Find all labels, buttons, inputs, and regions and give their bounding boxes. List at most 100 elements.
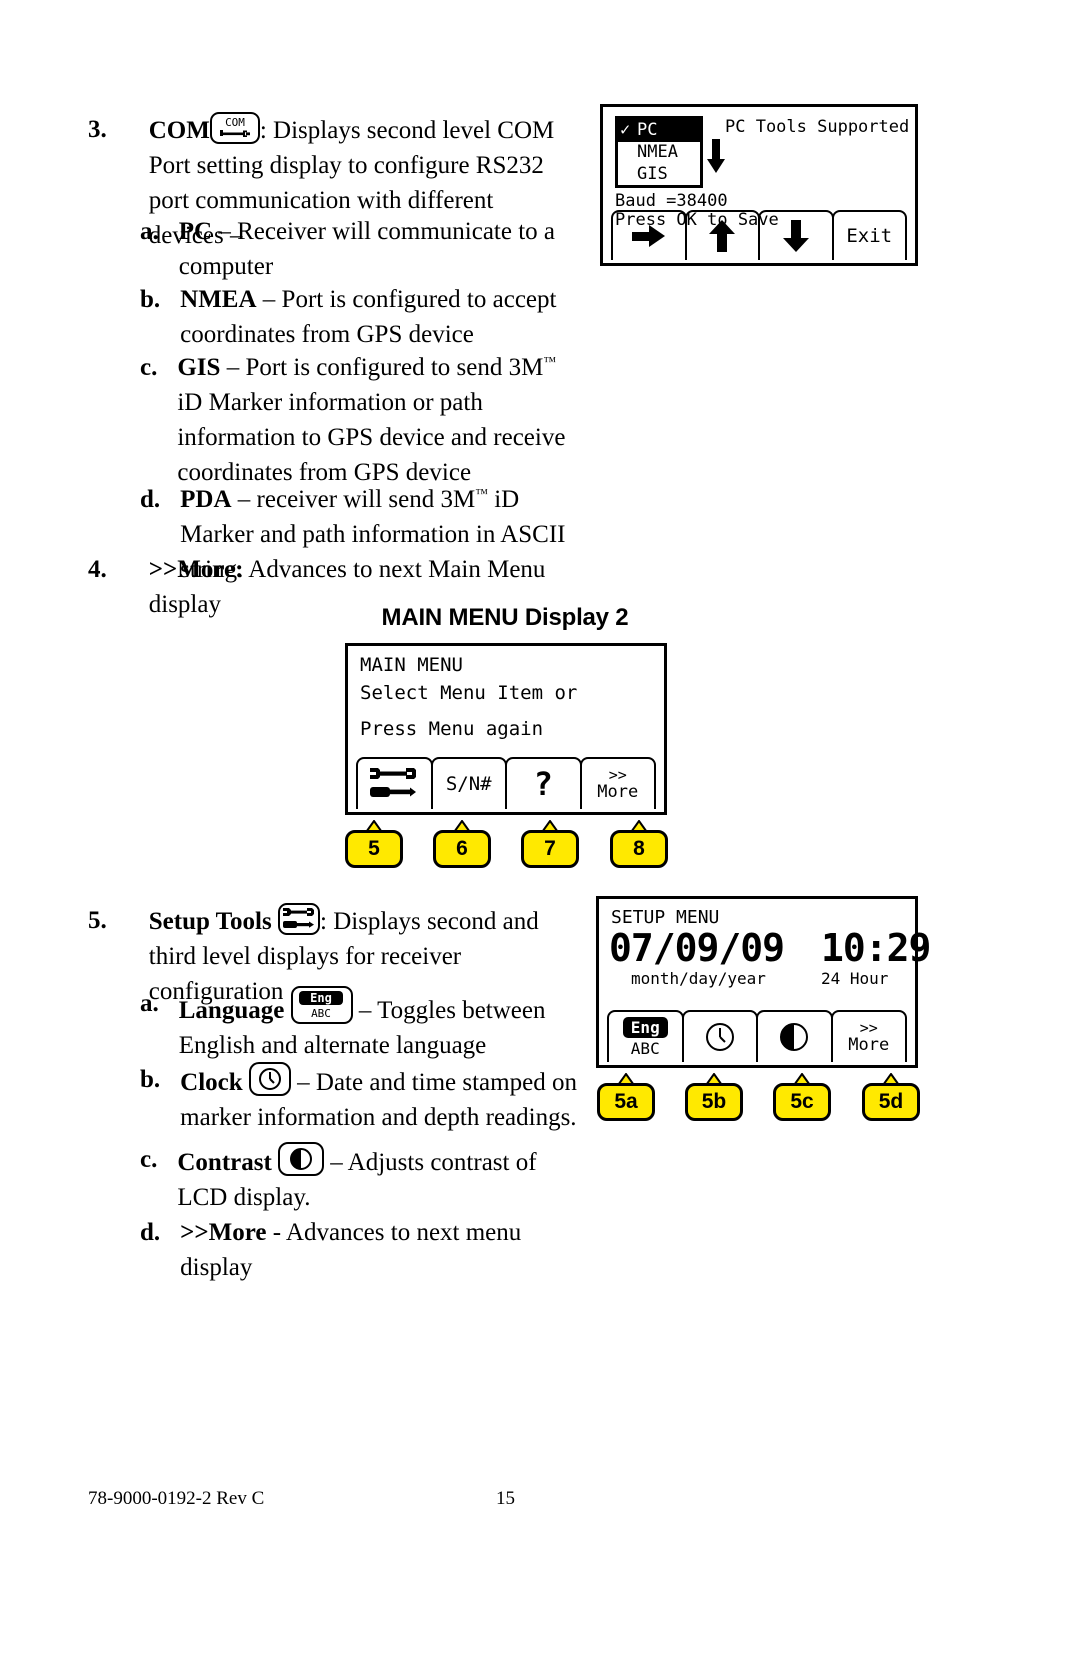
setup-menu-time: 10:29 <box>821 926 931 970</box>
item-3c-body-post: iD Marker information or path informatio… <box>177 389 566 486</box>
callout-button-7: 7 <box>521 830 579 868</box>
com-option-pc[interactable]: ✓ PC <box>618 119 700 142</box>
com-title-right: PC Tools Supported <box>725 117 910 137</box>
callout-button-6: 6 <box>433 830 491 868</box>
callout-button-5d: 5d <box>862 1083 920 1121</box>
setup-menu-lcd-screen: SETUP MENU 07/09/09 10:29 month/day/year… <box>596 896 931 1068</box>
softkey-clock[interactable] <box>681 1010 758 1062</box>
softkey-more[interactable]: >> More <box>579 757 656 809</box>
softkey-language[interactable]: Eng ABC <box>607 1010 684 1062</box>
callout-button-5: 5 <box>345 830 403 868</box>
footer-page-number: 15 <box>496 1488 515 1509</box>
list-item-5c: c. Contrast – Adjusts contrast of LCD di… <box>140 1142 580 1215</box>
com-option-nmea[interactable]: NMEA <box>637 142 678 162</box>
setup-tools-icon <box>370 768 417 797</box>
item-3b-text: NMEA – Port is configured to accept coor… <box>180 282 570 352</box>
setup-menu-softkey-row: Eng ABC >> More <box>607 1010 907 1062</box>
item-5b-text: Clock – Date and time stamped on marker … <box>180 1062 580 1135</box>
arrow-up-icon <box>709 220 736 252</box>
list-item-5b: b. Clock – Date and time stamped on mark… <box>140 1062 580 1135</box>
softkey-more-chevrons: >> <box>608 766 627 784</box>
softkey-more-chevrons: >> <box>859 1019 878 1037</box>
setup-menu-time-format: 24 Hour <box>821 969 889 988</box>
com-option-list[interactable]: ✓ PC NMEA GIS <box>615 116 703 188</box>
item-5-number: 5. <box>88 907 107 934</box>
item-3a-body: – Receiver will communicate to a compute… <box>178 218 556 280</box>
scroll-down-arrow-icon <box>707 139 725 179</box>
svg-text:Eng: Eng <box>310 991 332 1005</box>
item-3a-letter: a. <box>140 218 159 245</box>
document-page: 3. COM COM : Displays second level COM P… <box>0 0 1080 1669</box>
list-item-5a: a. Language Eng ABC – Toggles between En… <box>140 986 580 1063</box>
callout-button-5a: 5a <box>597 1083 655 1121</box>
softkey-language-top: Eng <box>622 1016 668 1038</box>
item-5d-letter: d. <box>140 1219 161 1246</box>
item-3d-lead: PDA <box>180 486 232 513</box>
callout-button-5c: 5c <box>773 1083 831 1121</box>
softkey-more[interactable]: >> More <box>830 1010 907 1062</box>
arrow-down-icon <box>782 220 809 252</box>
softkey-arrow-down[interactable] <box>758 210 834 260</box>
softkey-serial-number[interactable]: S/N# <box>430 757 507 809</box>
item-3c-lead: GIS <box>177 354 221 381</box>
softkey-help[interactable]: ? <box>505 757 582 809</box>
main-menu-line3: Press Menu again <box>360 718 544 740</box>
com-option-gis[interactable]: GIS <box>637 164 668 184</box>
item-3c-text: GIS – Port is configured to send 3M™ iD … <box>177 350 580 490</box>
clock-key-icon <box>248 1062 291 1096</box>
softkey-more-label: More <box>848 1035 890 1055</box>
list-item-5d: d. >>More - Advances to next menu displa… <box>140 1215 590 1285</box>
softkey-exit[interactable]: Exit <box>831 210 907 260</box>
softkey-arrow-right[interactable] <box>611 210 687 260</box>
item-5c-letter: c. <box>140 1146 158 1173</box>
list-item-3c: c. GIS – Port is configured to send 3M™ … <box>140 350 580 490</box>
item-number: 3. <box>88 116 107 143</box>
item-5-lead: Setup Tools <box>148 908 272 935</box>
item-5c-lead: Contrast <box>177 1149 272 1176</box>
main-menu-line2: Select Menu Item or <box>360 682 578 704</box>
setup-menu-date-format: month/day/year <box>631 969 766 988</box>
check-icon: ✓ <box>620 120 631 140</box>
softkey-setup-tools[interactable] <box>356 757 433 809</box>
com-softkey-row: Exit <box>611 210 907 260</box>
setup-menu-date: 07/09/09 <box>609 926 785 970</box>
item-4-number: 4. <box>88 556 107 583</box>
callout-button-5b: 5b <box>685 1083 743 1121</box>
callout-button-8: 8 <box>610 830 668 868</box>
clock-icon <box>705 1023 734 1051</box>
softkey-arrow-up[interactable] <box>684 210 760 260</box>
item-5d-lead: >>More <box>180 1219 267 1246</box>
main-menu-lcd-screen: MAIN MENU Select Menu Item or Press Menu… <box>345 643 667 815</box>
item-3a-lead: PC <box>178 218 213 245</box>
item-3b-letter: b. <box>140 286 161 313</box>
item-3d-letter: d. <box>140 486 161 513</box>
item-5c-text: Contrast – Adjusts contrast of LCD displ… <box>177 1142 580 1215</box>
list-item-3b: b. NMEA – Port is configured to accept c… <box>140 282 570 352</box>
contrast-key-icon <box>278 1142 325 1176</box>
item-3d-body-pre: – receiver will send 3M <box>231 486 476 513</box>
footer-document-code: 78-9000-0192-2 Rev C <box>88 1488 265 1509</box>
language-key-icon: Eng ABC <box>290 986 353 1024</box>
item-3a-text: PC – Receiver will communicate to a comp… <box>179 214 570 284</box>
com-baud-line: Baud =38400 <box>615 191 728 211</box>
com-option-pc-label: PC <box>637 120 658 140</box>
item-5a-lead: Language <box>178 997 285 1024</box>
svg-text:COM: COM <box>225 116 245 129</box>
page-section-title: MAIN MENU Display 2 <box>381 604 629 631</box>
item-3-lead: COM <box>148 117 210 144</box>
item-4-lead: >>More: <box>148 556 244 583</box>
trademark-symbol: ™ <box>475 485 488 501</box>
softkey-contrast[interactable] <box>756 1010 833 1062</box>
item-5a-text: Language Eng ABC – Toggles between Engli… <box>179 986 580 1063</box>
com-port-lcd-screen: ✓ PC NMEA GIS PC Tools Supported Baud =3… <box>600 104 918 266</box>
item-5d-text: >>More - Advances to next menu display <box>180 1215 590 1285</box>
main-menu-line1: MAIN MENU <box>360 654 463 676</box>
contrast-icon <box>780 1023 809 1051</box>
main-menu-softkey-row: S/N# ? >> More <box>356 757 656 809</box>
arrow-right-icon <box>631 225 665 247</box>
com-key-icon: COM <box>209 112 260 144</box>
item-3c-body-pre: – Port is configured to send 3M <box>220 354 544 381</box>
item-5a-letter: a. <box>140 990 159 1017</box>
item-3b-lead: NMEA <box>180 286 257 313</box>
list-item-3a: a. PC – Receiver will communicate to a c… <box>140 214 570 284</box>
